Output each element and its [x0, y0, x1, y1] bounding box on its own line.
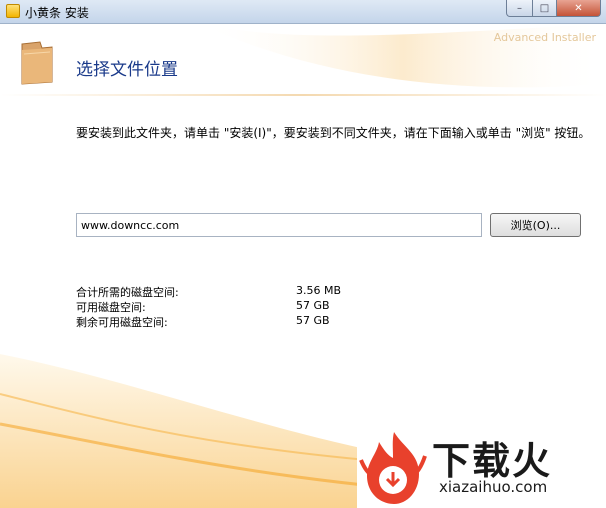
xiazaihuo-logo: 下载火 xiazaihuo.com — [357, 428, 606, 508]
minimize-button[interactable]: – — [506, 0, 533, 17]
title-bar[interactable]: 小黄条 安装 – □ ✕ — [0, 0, 606, 24]
installer-window: 小黄条 安装 – □ ✕ Advanced Installer 选择文件位置 要… — [0, 0, 606, 508]
maximize-button[interactable]: □ — [532, 0, 557, 17]
folder-icon — [21, 41, 53, 85]
logo-domain: xiazaihuo.com — [439, 478, 548, 496]
required-space-value: 3.56 MB — [296, 284, 342, 297]
remaining-space-value: 57 GB — [296, 314, 330, 327]
remaining-space-label: 剩余可用磁盘空间: — [76, 316, 168, 329]
required-space-label: 合计所需的磁盘空间: — [76, 286, 179, 299]
logo-text: 下载火 — [432, 439, 553, 483]
install-path-input[interactable] — [76, 213, 482, 237]
browse-button[interactable]: 浏览(O)... — [490, 213, 581, 237]
installer-content: Advanced Installer 选择文件位置 要安装到此文件夹，请单击 "… — [0, 24, 606, 508]
close-button[interactable]: ✕ — [556, 0, 601, 17]
page-title: 选择文件位置 — [76, 60, 178, 80]
header-divider — [0, 94, 606, 96]
flame-icon — [359, 432, 427, 504]
available-space-label: 可用磁盘空间: — [76, 301, 146, 314]
instruction-text: 要安装到此文件夹，请单击 "安装(I)"，要安装到不同文件夹，请在下面输入或单击… — [76, 126, 591, 140]
window-title: 小黄条 安装 — [25, 6, 89, 20]
available-space-value: 57 GB — [296, 299, 330, 312]
brand-watermark: Advanced Installer — [493, 31, 596, 44]
app-icon — [6, 4, 20, 18]
